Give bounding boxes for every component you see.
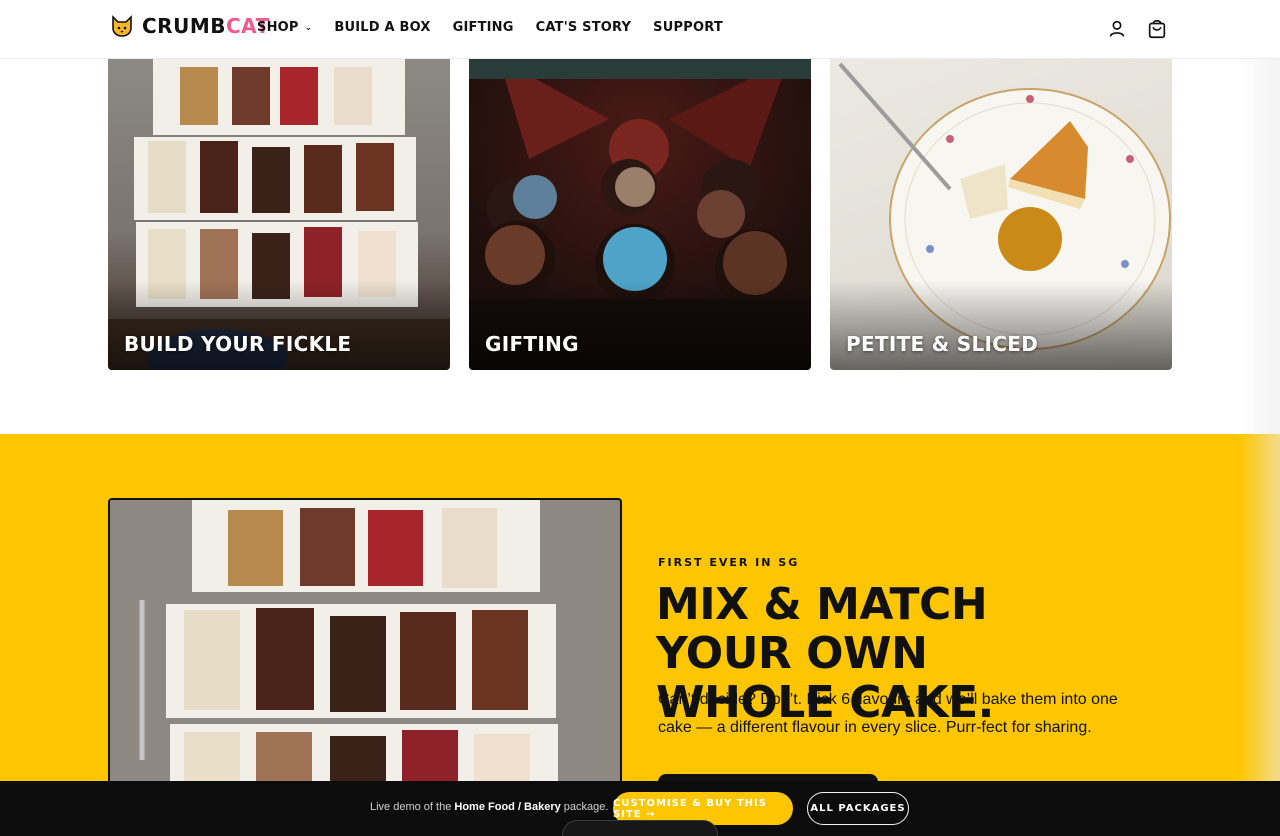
nav-item-shop[interactable]: SHOP ⌄: [257, 20, 312, 35]
chevron-down-icon: ⌄: [304, 22, 313, 33]
nav-item-label: GIFTING: [452, 20, 514, 35]
demo-bar: Live demo of the Home Food / Bakery pack…: [0, 781, 1280, 836]
logo[interactable]: CRUMBCAT: [110, 14, 270, 38]
nav-item-cats-story[interactable]: CAT'S STORY: [536, 20, 632, 35]
bottom-toolbar-pill[interactable]: [562, 820, 718, 836]
nav-item-gifting[interactable]: GIFTING: [453, 20, 514, 35]
card-shade: [830, 280, 1172, 370]
demo-bar-text: Live demo of the Home Food / Bakery pack…: [370, 801, 609, 813]
category-card-build-your-fickle[interactable]: BUILD YOUR FICKLE: [108, 59, 450, 370]
cart-icon[interactable]: [1146, 18, 1168, 40]
nav-item-label: SUPPORT: [653, 20, 723, 35]
cake-slices-photo: [139, 500, 558, 796]
main-nav: SHOP ⌄ BUILD A BOX GIFTING CAT'S STORY S…: [257, 20, 745, 35]
logo-text: CRUMBCAT: [142, 14, 270, 38]
nav-item-label: CAT'S STORY: [535, 20, 632, 35]
nav-item-support[interactable]: SUPPORT: [653, 20, 723, 35]
header-actions: [1106, 18, 1168, 40]
all-packages-button[interactable]: ALL PACKAGES: [807, 792, 909, 825]
category-card-petite-and-sliced[interactable]: PETITE & SLICED: [830, 59, 1172, 370]
card-title: BUILD YOUR FICKLE: [124, 332, 352, 356]
cat-logo-icon: [112, 15, 132, 37]
mix-match-section: FIRST EVER IN SG MIX & MATCH YOUR OWN WH…: [0, 434, 1280, 836]
card-shade: [108, 280, 450, 370]
promo-body: Can’t decide? Don’t. Pick 6 flavours and…: [658, 691, 1118, 736]
promo-kicker: FIRST EVER IN SG: [658, 556, 800, 569]
card-title: PETITE & SLICED: [846, 332, 1039, 356]
mix-match-photo: [108, 498, 622, 798]
card-shade: [469, 280, 811, 370]
nav-item-build-a-box[interactable]: BUILD A BOX: [334, 20, 430, 35]
card-title: GIFTING: [485, 332, 579, 356]
nav-item-label: BUILD A BOX: [334, 20, 431, 35]
site-header: CRUMBCAT SHOP ⌄ BUILD A BOX GIFTING CAT'…: [0, 0, 1280, 59]
category-cards: BUILD YOUR FICKLE GIFTING PETITE & SLICE…: [108, 59, 1172, 370]
nav-item-label: SHOP: [257, 20, 299, 35]
category-card-gifting[interactable]: GIFTING: [469, 59, 811, 370]
account-icon[interactable]: [1106, 18, 1128, 40]
